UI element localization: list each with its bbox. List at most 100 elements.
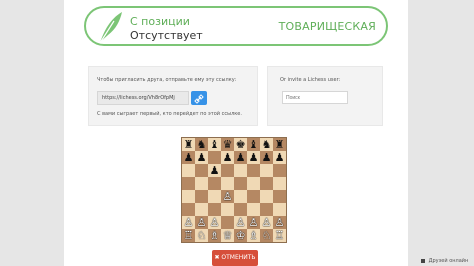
chess-piece[interactable]: ♙ <box>275 217 285 228</box>
chess-piece[interactable]: ♞ <box>262 139 272 150</box>
chess-piece[interactable]: ♙ <box>223 191 233 202</box>
board-square[interactable] <box>208 177 221 190</box>
online-friends[interactable]: Друзей онлайн <box>421 258 468 264</box>
board-square[interactable] <box>182 177 195 190</box>
chess-piece[interactable]: ♙ <box>210 217 220 228</box>
board-square[interactable] <box>234 177 247 190</box>
chess-piece[interactable]: ♜ <box>184 139 194 150</box>
board-square[interactable]: ♗ <box>247 229 260 242</box>
board-square[interactable]: ♞ <box>260 138 273 151</box>
board-square[interactable]: ♖ <box>273 229 286 242</box>
chess-piece[interactable]: ♖ <box>184 230 194 241</box>
board-square[interactable] <box>273 177 286 190</box>
chess-piece[interactable]: ♖ <box>275 230 285 241</box>
chess-board[interactable]: ♜ ♞ ♝ ♛ ♚ ♝ ♞ ♜ ♟ ♟ ♟ ♟ ♟ ♟ ♟ ♟ ♙ ♙ ♙ ♙ ♙ ♙ ♙ ♙ ♖ ♘ ♗ ♕ ♔ ♗ ♘ ♖ <box>181 137 287 243</box>
board-square[interactable]: ♙ <box>221 190 234 203</box>
board-square[interactable]: ♔ <box>234 229 247 242</box>
board-square[interactable] <box>195 190 208 203</box>
board-square[interactable] <box>221 203 234 216</box>
board-square[interactable] <box>260 164 273 177</box>
board-square[interactable]: ♟ <box>221 151 234 164</box>
chess-piece[interactable]: ♟ <box>197 152 207 163</box>
board-square[interactable]: ♗ <box>208 229 221 242</box>
board-square[interactable] <box>182 190 195 203</box>
cancel-button[interactable]: ✖ ОТМЕНИТЬ <box>212 250 258 266</box>
chess-piece[interactable]: ♘ <box>197 230 207 241</box>
chess-piece[interactable]: ♙ <box>184 217 194 228</box>
board-square[interactable] <box>208 190 221 203</box>
chess-piece[interactable]: ♟ <box>262 152 272 163</box>
chess-piece[interactable]: ♚ <box>236 139 246 150</box>
board-square[interactable] <box>247 164 260 177</box>
board-square[interactable] <box>273 190 286 203</box>
board-square[interactable] <box>182 203 195 216</box>
chess-piece[interactable]: ♙ <box>236 217 246 228</box>
board-square[interactable] <box>260 203 273 216</box>
board-square[interactable] <box>260 177 273 190</box>
chess-piece[interactable]: ♞ <box>197 139 207 150</box>
board-square[interactable]: ♙ <box>247 216 260 229</box>
board-square[interactable]: ♜ <box>273 138 286 151</box>
chess-piece[interactable]: ♟ <box>210 165 220 176</box>
chess-piece[interactable]: ♟ <box>275 152 285 163</box>
board-square[interactable]: ♞ <box>195 138 208 151</box>
chess-piece[interactable]: ♟ <box>184 152 194 163</box>
board-square[interactable]: ♙ <box>273 216 286 229</box>
board-square[interactable]: ♟ <box>208 164 221 177</box>
board-square[interactable] <box>208 203 221 216</box>
chess-piece[interactable]: ♟ <box>223 152 233 163</box>
board-square[interactable] <box>182 164 195 177</box>
board-square[interactable] <box>273 164 286 177</box>
board-square[interactable]: ♙ <box>234 216 247 229</box>
board-square[interactable]: ♜ <box>182 138 195 151</box>
board-square[interactable] <box>221 164 234 177</box>
invite-link-field[interactable]: https://lichess.org/Vh8rOfpMj <box>97 91 189 105</box>
user-search-input[interactable] <box>282 91 348 104</box>
board-square[interactable]: ♚ <box>234 138 247 151</box>
chess-piece[interactable]: ♘ <box>262 230 272 241</box>
copy-link-button[interactable] <box>191 91 207 105</box>
chess-piece[interactable]: ♟ <box>236 152 246 163</box>
board-square[interactable] <box>221 177 234 190</box>
board-square[interactable]: ♘ <box>195 229 208 242</box>
chess-piece[interactable]: ♔ <box>236 230 246 241</box>
board-square[interactable]: ♘ <box>260 229 273 242</box>
chess-piece[interactable]: ♜ <box>275 139 285 150</box>
chess-piece[interactable]: ♙ <box>249 217 259 228</box>
board-square[interactable] <box>221 216 234 229</box>
chess-piece[interactable]: ♝ <box>210 139 220 150</box>
board-square[interactable]: ♟ <box>260 151 273 164</box>
board-square[interactable]: ♟ <box>247 151 260 164</box>
board-square[interactable] <box>234 164 247 177</box>
chess-piece[interactable]: ♙ <box>197 217 207 228</box>
board-square[interactable] <box>234 190 247 203</box>
board-square[interactable] <box>195 203 208 216</box>
board-square[interactable] <box>195 164 208 177</box>
chess-piece[interactable]: ♙ <box>262 217 272 228</box>
board-square[interactable]: ♙ <box>182 216 195 229</box>
board-square[interactable] <box>247 177 260 190</box>
board-square[interactable]: ♟ <box>234 151 247 164</box>
board-square[interactable]: ♕ <box>221 229 234 242</box>
chess-piece[interactable]: ♗ <box>210 230 220 241</box>
board-square[interactable] <box>195 177 208 190</box>
board-square[interactable] <box>260 190 273 203</box>
board-square[interactable]: ♛ <box>221 138 234 151</box>
board-square[interactable]: ♙ <box>260 216 273 229</box>
board-square[interactable]: ♖ <box>182 229 195 242</box>
board-square[interactable]: ♙ <box>195 216 208 229</box>
chess-piece[interactable]: ♛ <box>223 139 233 150</box>
board-square[interactable]: ♟ <box>182 151 195 164</box>
board-square[interactable]: ♝ <box>247 138 260 151</box>
chess-piece[interactable]: ♝ <box>249 139 259 150</box>
board-square[interactable] <box>234 203 247 216</box>
board-square[interactable] <box>247 203 260 216</box>
chess-piece[interactable]: ♟ <box>249 152 259 163</box>
board-square[interactable]: ♝ <box>208 138 221 151</box>
chess-piece[interactable]: ♕ <box>223 230 233 241</box>
board-square[interactable]: ♙ <box>208 216 221 229</box>
board-square[interactable]: ♟ <box>273 151 286 164</box>
board-square[interactable]: ♟ <box>195 151 208 164</box>
board-square[interactable] <box>273 203 286 216</box>
chess-piece[interactable]: ♗ <box>249 230 259 241</box>
